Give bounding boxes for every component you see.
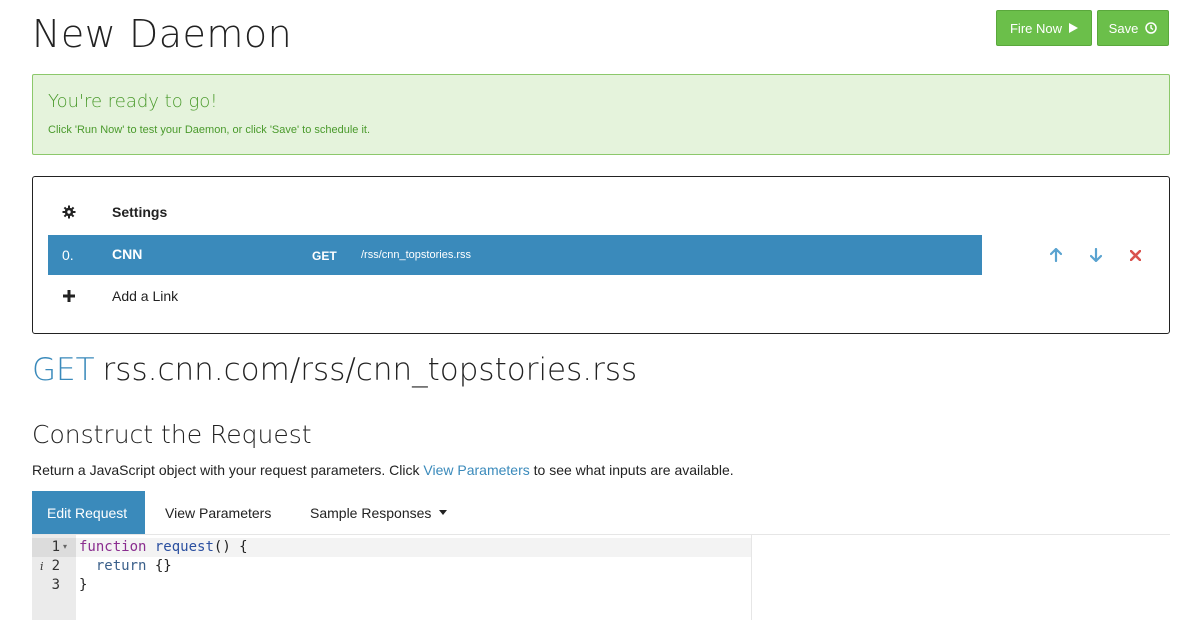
tab-view-parameters[interactable]: View Parameters: [150, 491, 286, 534]
save-label: Save: [1108, 20, 1139, 36]
description-text: Return a JavaScript object with your req…: [32, 462, 424, 478]
fire-now-button[interactable]: Fire Now: [996, 10, 1092, 46]
line-number: 1: [51, 539, 60, 555]
caret-down-icon: [439, 510, 448, 515]
section-title: Construct the Request: [32, 420, 312, 449]
code-keyword: return: [95, 558, 147, 574]
code-keyword: function: [79, 539, 147, 555]
plus-icon: [62, 289, 76, 303]
add-link-row[interactable]: Add a Link: [48, 277, 982, 317]
link-name: CNN: [112, 246, 143, 262]
arrow-down-icon[interactable]: [1088, 245, 1104, 265]
clock-icon: [1145, 22, 1158, 34]
tab-edit-request[interactable]: Edit Request: [32, 491, 145, 534]
alert-message: Click 'Run Now' to test your Daemon, or …: [48, 124, 371, 136]
add-link-label: Add a Link: [112, 288, 179, 304]
fire-now-label: Fire Now: [1009, 20, 1062, 36]
request-line: GET rss.cnn.com/rss/cnn_topstories.rss: [32, 352, 637, 388]
settings-row[interactable]: Settings: [48, 193, 982, 233]
save-button[interactable]: Save: [1097, 10, 1169, 46]
link-index: 0.: [62, 247, 74, 263]
close-icon[interactable]: [1127, 245, 1143, 265]
ready-alert: You're ready to go! Click 'Run Now' to t…: [32, 74, 1170, 155]
alert-title: You're ready to go!: [48, 91, 218, 112]
code-function-name: request: [154, 539, 214, 555]
code-text: {}: [146, 558, 172, 574]
sample-responses-label: Sample Responses: [310, 504, 432, 521]
description-text-end: to see what inputs are available.: [529, 462, 734, 478]
link-method: GET: [312, 249, 337, 263]
settings-label: Settings: [112, 204, 168, 220]
link-path: /rss/cnn_topstories.rss: [361, 249, 472, 261]
view-parameters-link[interactable]: View Parameters: [423, 462, 529, 478]
gear-icon: [62, 205, 76, 219]
link-row[interactable]: 0. CNN GET /rss/cnn_topstories.rss: [48, 235, 982, 275]
request-url: rss.cnn.com/rss/cnn_topstories.rss: [102, 352, 638, 388]
line-number: 2: [51, 558, 60, 574]
code-line: function request() {: [79, 538, 248, 557]
code-line: return {}: [79, 557, 172, 576]
links-panel: Settings 0. CNN GET /rss/cnn_topstories.…: [32, 176, 1170, 334]
fold-toggle-icon[interactable]: ▾: [63, 542, 67, 551]
print-margin: [751, 535, 752, 620]
request-method: GET: [32, 352, 95, 388]
arrow-up-icon[interactable]: [1048, 245, 1064, 265]
tab-sample-responses[interactable]: Sample Responses: [295, 491, 462, 534]
code-text: () {: [213, 539, 248, 555]
code-editor[interactable]: 1 ▾ i 2 3 function request() { return {}…: [32, 534, 1170, 620]
page-title: New Daemon: [32, 12, 293, 56]
play-icon: [1069, 23, 1078, 33]
section-description: Return a JavaScript object with your req…: [32, 462, 734, 478]
line-number: 3: [51, 577, 60, 593]
code-line: }: [79, 577, 88, 593]
